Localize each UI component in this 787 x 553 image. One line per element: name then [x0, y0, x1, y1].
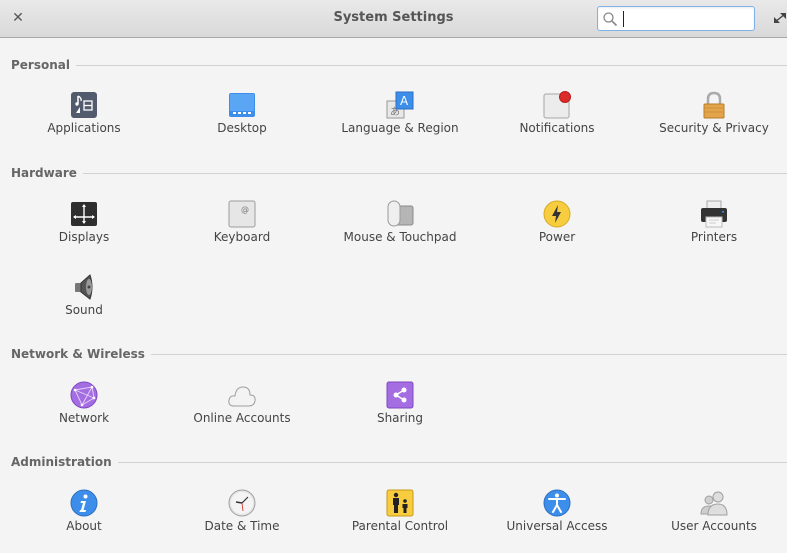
language-icon: あ A — [386, 91, 414, 119]
divider — [76, 64, 787, 66]
settings-item-applications[interactable]: Applications — [9, 91, 159, 147]
settings-item-universal-access[interactable]: Universal Access — [482, 489, 632, 545]
item-label: Online Accounts — [193, 411, 291, 425]
item-label: Universal Access — [506, 519, 608, 533]
text-cursor — [623, 11, 624, 27]
section-title: Personal — [11, 58, 70, 72]
settings-item-mouse-touchpad[interactable]: Mouse & Touchpad — [325, 200, 475, 256]
item-label: Language & Region — [341, 121, 459, 135]
item-label: User Accounts — [671, 519, 757, 533]
item-label: Displays — [58, 230, 110, 244]
speaker-icon — [75, 274, 93, 300]
notifications-icon — [543, 91, 571, 119]
item-label: Desktop — [217, 121, 267, 135]
info-icon — [70, 489, 98, 517]
search-input[interactable] — [597, 6, 755, 31]
section-hardware: Hardware — [11, 165, 787, 181]
svg-text:@: @ — [241, 205, 249, 214]
item-label: Security & Privacy — [659, 121, 769, 135]
section-title: Network & Wireless — [11, 347, 145, 361]
network-icon — [70, 381, 98, 409]
keyboard-icon: @ — [228, 200, 256, 228]
accessibility-icon — [543, 489, 571, 517]
divider — [150, 353, 787, 355]
settings-item-network[interactable]: Network — [9, 381, 159, 437]
item-label: Sharing — [376, 411, 424, 425]
item-label: Mouse & Touchpad — [343, 230, 457, 244]
settings-item-security-privacy[interactable]: Security & Privacy — [639, 91, 787, 147]
item-label: Printers — [690, 230, 738, 244]
power-icon — [543, 200, 571, 228]
svg-text:A: A — [400, 94, 409, 108]
section-title: Hardware — [11, 166, 77, 180]
applications-icon — [71, 92, 97, 118]
item-label: Parental Control — [351, 519, 449, 533]
item-label: Power — [538, 230, 576, 244]
settings-item-keyboard[interactable]: @ Keyboard — [167, 200, 317, 256]
settings-item-sharing[interactable]: Sharing — [325, 381, 475, 437]
printer-icon — [701, 200, 727, 228]
settings-item-parental-control[interactable]: Parental Control — [325, 489, 475, 545]
section-personal: Personal — [11, 57, 787, 73]
maximize-icon[interactable] — [773, 10, 787, 26]
settings-item-online-accounts[interactable]: Online Accounts — [167, 381, 317, 437]
desktop-icon — [229, 93, 255, 117]
settings-grid: Personal Applications Desktop あ A Langua… — [0, 39, 787, 553]
search-icon — [603, 12, 618, 27]
close-button[interactable]: ✕ — [10, 9, 26, 27]
settings-item-desktop[interactable]: Desktop — [167, 91, 317, 147]
displays-icon — [71, 202, 97, 226]
settings-item-power[interactable]: Power — [482, 200, 632, 256]
mouse-icon — [387, 200, 414, 227]
settings-item-displays[interactable]: Displays — [9, 200, 159, 256]
padlock-icon — [703, 91, 725, 119]
section-title: Administration — [11, 455, 112, 469]
settings-item-sound[interactable]: Sound — [9, 273, 159, 329]
parental-icon — [386, 489, 414, 517]
title-bar: ✕ System Settings — [0, 0, 787, 38]
item-label: About — [66, 519, 102, 533]
divider — [117, 461, 787, 463]
item-label: Notifications — [519, 121, 595, 135]
close-icon: ✕ — [12, 10, 24, 26]
settings-item-user-accounts[interactable]: User Accounts — [639, 489, 787, 545]
settings-item-printers[interactable]: Printers — [639, 200, 787, 256]
item-label: Sound — [65, 303, 103, 317]
settings-item-language-region[interactable]: あ A Language & Region — [325, 91, 475, 147]
settings-item-notifications[interactable]: Notifications — [482, 91, 632, 147]
share-icon — [386, 381, 414, 409]
cloud-icon — [228, 386, 256, 407]
users-icon — [700, 491, 728, 516]
section-administration: Administration — [11, 454, 787, 470]
settings-item-date-time[interactable]: Date & Time — [167, 489, 317, 545]
item-label: Date & Time — [204, 519, 280, 533]
item-label: Network — [58, 411, 110, 425]
divider — [82, 172, 787, 174]
item-label: Applications — [47, 121, 121, 135]
section-network-wireless: Network & Wireless — [11, 346, 787, 362]
item-label: Keyboard — [213, 230, 271, 244]
settings-item-about[interactable]: About — [9, 489, 159, 545]
clock-icon — [228, 489, 256, 517]
